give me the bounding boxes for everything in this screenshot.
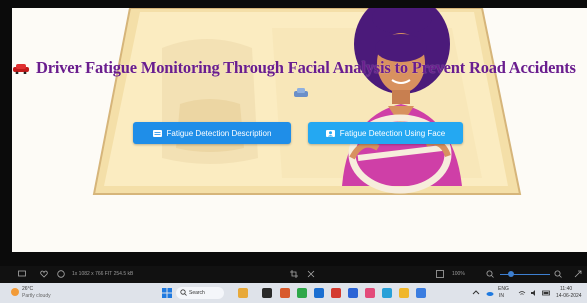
- image-viewer-window: Driver Fatigue Monitoring Through Facial…: [0, 0, 587, 303]
- zoom-out-icon[interactable]: [486, 270, 494, 278]
- image-info-text: 1x 1082 x 766 FIT 254.5 kB: [72, 271, 134, 277]
- taskbar-app-task-view[interactable]: [262, 288, 272, 298]
- onedrive-icon[interactable]: [486, 289, 494, 297]
- weather-icon[interactable]: [10, 287, 20, 297]
- taskbar-app-edge[interactable]: [314, 288, 324, 298]
- zoom-slider-handle[interactable]: [508, 271, 514, 277]
- taskbar-app-4[interactable]: [348, 288, 358, 298]
- page-title: Driver Fatigue Monitoring Through Facial…: [12, 58, 587, 78]
- wifi-icon[interactable]: [518, 289, 526, 297]
- clock-time[interactable]: 11:40: [560, 286, 572, 292]
- expand-icon[interactable]: [574, 270, 582, 278]
- taskbar-app-6[interactable]: [382, 288, 392, 298]
- fatigue-face-button[interactable]: Fatigue Detection Using Face: [308, 122, 463, 144]
- taskbar-app-8[interactable]: [416, 288, 426, 298]
- taskbar-app-1[interactable]: [280, 288, 290, 298]
- zoom-in-icon[interactable]: [554, 270, 562, 278]
- windows-start-icon[interactable]: [162, 288, 172, 298]
- fit-screen-icon[interactable]: [436, 270, 444, 278]
- adjust-icon[interactable]: [307, 270, 315, 278]
- car-icon: [13, 64, 29, 74]
- viewer-canvas: [12, 8, 587, 252]
- windows-taskbar: 26°C Partly cloudy Search ENG IN 11:40 1…: [0, 283, 587, 303]
- taskbar-app-5[interactable]: [365, 288, 375, 298]
- taskbar-app-widgets[interactable]: [238, 288, 248, 298]
- viewer-toolbar: 1x 1082 x 766 FIT 254.5 kB 100%: [0, 266, 587, 283]
- clock-date[interactable]: 14-06-2024: [556, 293, 582, 299]
- weather-temp: 26°C: [22, 286, 34, 292]
- fatigue-face-label: Fatigue Detection Using Face: [339, 128, 446, 138]
- weather-desc: Partly cloudy: [22, 293, 51, 299]
- car-interior-illustration: [92, 8, 522, 195]
- taskbar-app-7[interactable]: [399, 288, 409, 298]
- search-placeholder: Search: [189, 290, 205, 296]
- fatigue-description-button[interactable]: Fatigue Detection Description: [133, 122, 291, 144]
- chevron-up-icon[interactable]: [472, 289, 480, 297]
- info-icon[interactable]: [57, 270, 65, 278]
- heart-icon[interactable]: [40, 270, 48, 278]
- volume-icon[interactable]: [530, 289, 538, 297]
- page-title-text: Driver Fatigue Monitoring Through Facial…: [36, 58, 576, 77]
- taskbar-search-box[interactable]: Search: [176, 287, 224, 299]
- fatigue-description-label: Fatigue Detection Description: [166, 128, 272, 138]
- crop-icon[interactable]: [290, 270, 298, 278]
- battery-icon[interactable]: [542, 289, 551, 297]
- document-icon: [152, 129, 162, 137]
- zoom-level[interactable]: 100%: [452, 271, 465, 277]
- monitor-icon[interactable]: [18, 270, 26, 278]
- taskbar-app-3[interactable]: [331, 288, 341, 298]
- search-icon: [180, 289, 187, 296]
- taskbar-app-2[interactable]: [297, 288, 307, 298]
- language-indicator[interactable]: ENG: [498, 286, 509, 292]
- user-face-icon: [325, 129, 335, 137]
- region-indicator[interactable]: IN: [499, 293, 504, 299]
